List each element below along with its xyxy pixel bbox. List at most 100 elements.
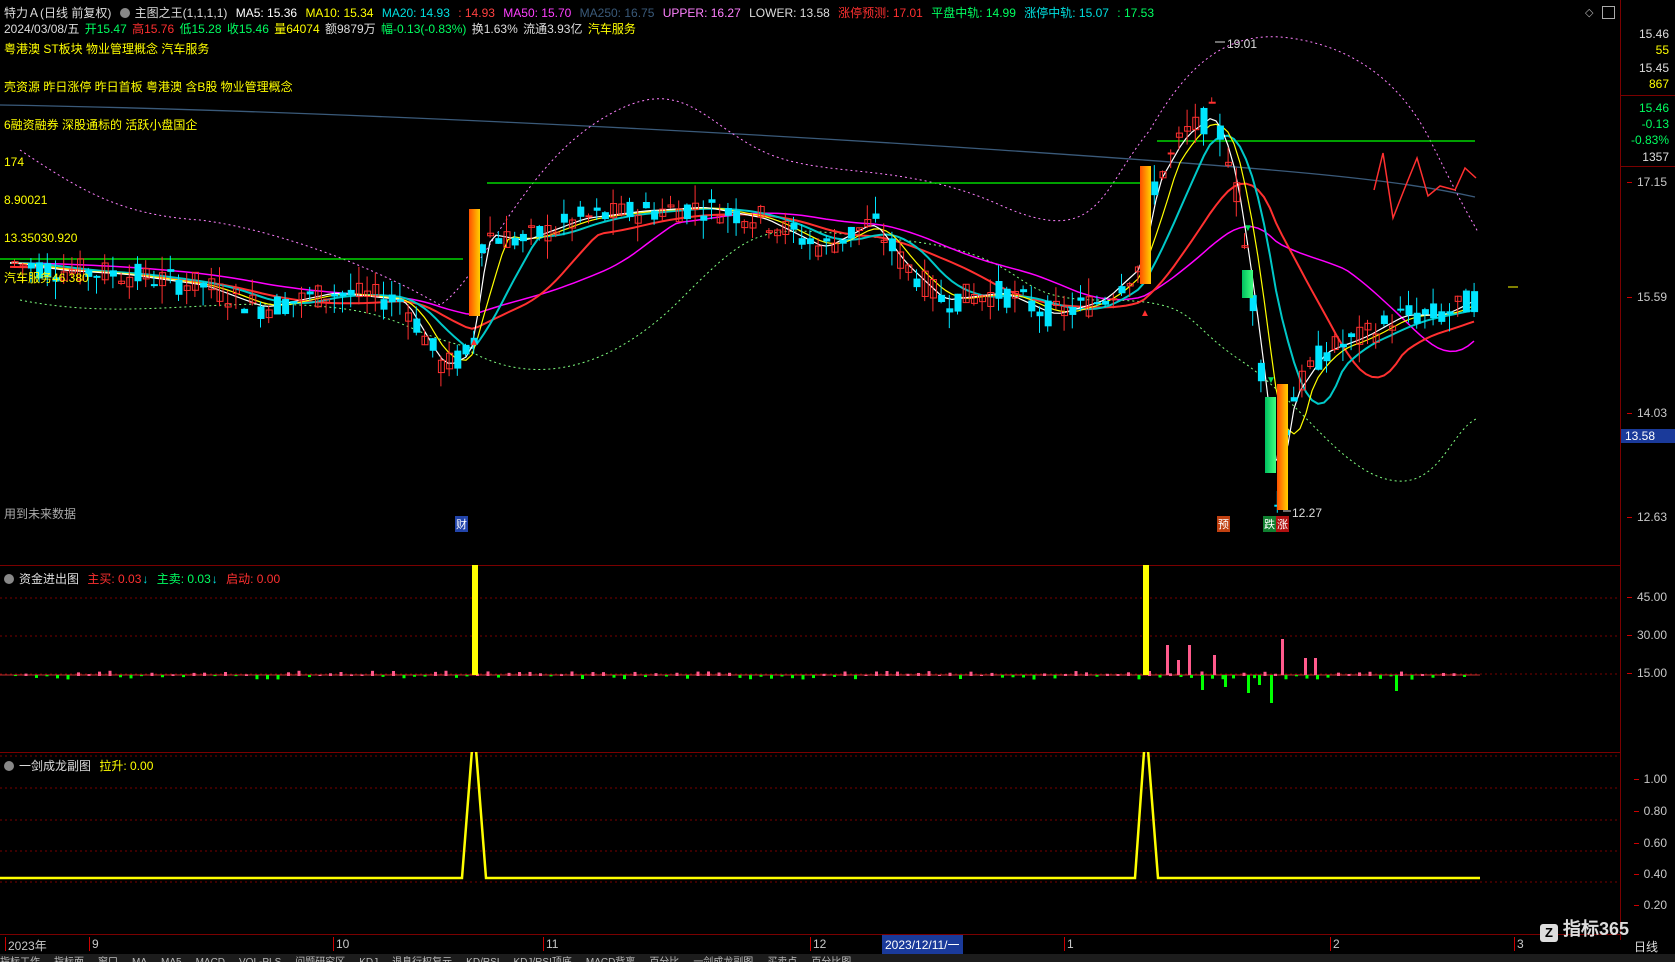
fund-flow-title[interactable]: 资金进出图 [19,572,79,586]
candle-body [601,212,609,220]
candle-body [429,338,437,351]
fund-flow-sell: 主卖: 0.03 [156,572,211,586]
candle-body [241,308,249,314]
marker-zhang[interactable]: 涨 [1276,516,1289,532]
candle-body [1036,311,1044,317]
limit-up-bar [1140,166,1151,284]
candle-body [536,226,544,238]
candle-body [1077,297,1085,301]
period-label[interactable]: 日线 [1634,938,1658,955]
fund-bar [1358,672,1361,676]
fund-bar [1442,672,1445,676]
price-axis[interactable]: 17.15 15.59 14.03 12.63 13.58 [1621,0,1675,565]
fund-bar [339,672,343,676]
fund-bar [549,675,553,677]
ma10-value: MA10: 15.34 [305,6,374,20]
candle-body [585,215,593,218]
candle-body [306,291,314,295]
fund-bar [1053,675,1057,679]
fund-flow-axis: 45.00 30.00 15.00 [1621,565,1675,752]
fund-bar [1379,675,1382,679]
down-arrow-icon: ↓ [142,572,149,586]
logo-text: 指标365 [1563,919,1630,939]
indicator-toggle-icon[interactable] [4,761,14,771]
fund-bar [1400,671,1403,676]
fund-flow-chart[interactable] [0,565,1620,752]
window-restore-icon[interactable]: ◇ [1585,6,1593,19]
candle-body [839,239,847,244]
fund-bar [35,675,38,678]
fund-bar [245,674,248,676]
candle-body [519,233,527,242]
yijian-title[interactable]: 一剑成龙副图 [19,759,91,773]
candle-body [1257,362,1265,382]
yijian-chart[interactable] [0,752,1620,940]
marker-yu[interactable]: 预 [1217,516,1230,532]
fund-bar [1305,675,1309,679]
fund-bar [1281,639,1284,675]
window-close-icon[interactable] [1602,6,1615,19]
candle-body [282,299,290,315]
candle-body [273,296,281,315]
chart-header: 特力Ａ(日线 前复权) 主图之王(1,1,1,1) MA5: 15.36 MA1… [4,4,1159,21]
stock-name[interactable]: 特力Ａ(日线 前复权) [4,6,111,20]
time-label: 3 [1514,937,1524,951]
candle-body [1430,303,1438,319]
formula-name[interactable]: 主图之王(1,1,1,1) [135,6,228,20]
bottom-tab-bar[interactable]: 指标工作指标面窗口MAMA5MACDVOL-PLS问题研究区KDJ退息行权复元K… [0,954,1675,962]
price-tick: 17.15 [1626,175,1667,189]
indicator-panel-yijian[interactable]: 一剑成龙副图 拉升: 0.00 [0,752,1620,940]
indicator-panel-fund-flow[interactable]: 资金进出图 主买: 0.03↓ 主卖: 0.03↓ 启动: 0.00 [0,565,1620,752]
fund-bar [413,675,416,677]
candle-body [995,280,1003,299]
fund-bar [612,675,616,678]
ma10-line [9,123,1475,435]
fund-bar [192,672,196,676]
fund-flow-buy: 主买: 0.03 [87,572,142,586]
concept-line-3: 6融资融券 深股通标的 活跃小盘国企 [4,118,198,132]
candle-body [577,206,585,217]
fund-bar [444,670,448,676]
marker-die[interactable]: 跌 [1263,516,1276,532]
candle-body [331,293,339,297]
fund-bar [1270,675,1273,703]
price-tick: 14.03 [1626,406,1667,420]
main-chart-panel[interactable]: ▲ ▲ ▼ ▼ 特力Ａ(日线 前复权) 主图之王(1,1,1,1) MA5: 15.3… [0,0,1620,565]
watermark-logo: Z 指标365 [1540,915,1629,942]
fund-bar [98,671,101,676]
time-axis[interactable]: 2023年 9 10 11 12 2023/12/11/一 1 2 3 [0,934,1620,955]
fund-bar [1263,671,1267,676]
fund-bar [990,672,994,676]
fund-bar [969,671,973,676]
fund-bar [1258,675,1261,685]
quote-volume: 量64074 [274,22,320,36]
price-tick: 12.63 [1626,510,1667,524]
fund-bar [318,674,322,676]
formula-toggle-icon[interactable] [119,8,130,18]
marker-cai[interactable]: 财 [455,516,468,532]
fund-bar [1177,660,1180,675]
fund-bar [728,672,731,676]
candle-body [1405,305,1413,316]
candle-body [200,282,208,288]
fund-bar [371,670,374,676]
fund-bar [1022,675,1025,678]
quote-open: 开15.47 [84,22,127,36]
candle-body [1339,343,1347,348]
candle-body [396,299,404,302]
indicator-toggle-icon[interactable] [4,574,14,584]
candle-body [1315,345,1323,370]
fund-bar [171,674,175,676]
fund-bar [350,674,353,676]
fund-bar [822,673,826,676]
time-label: 10 [332,937,350,951]
candle-body [1348,333,1356,338]
fund-bar [507,672,511,676]
candle-body [872,213,880,219]
fund-bar [623,675,626,680]
side-label-4: 汽车服务46.380 [4,271,89,285]
limit-down-bar [1242,270,1253,298]
high-price-label: 19.01 [1227,37,1258,51]
fund-bar [66,675,70,680]
fund-bar [1127,672,1130,676]
